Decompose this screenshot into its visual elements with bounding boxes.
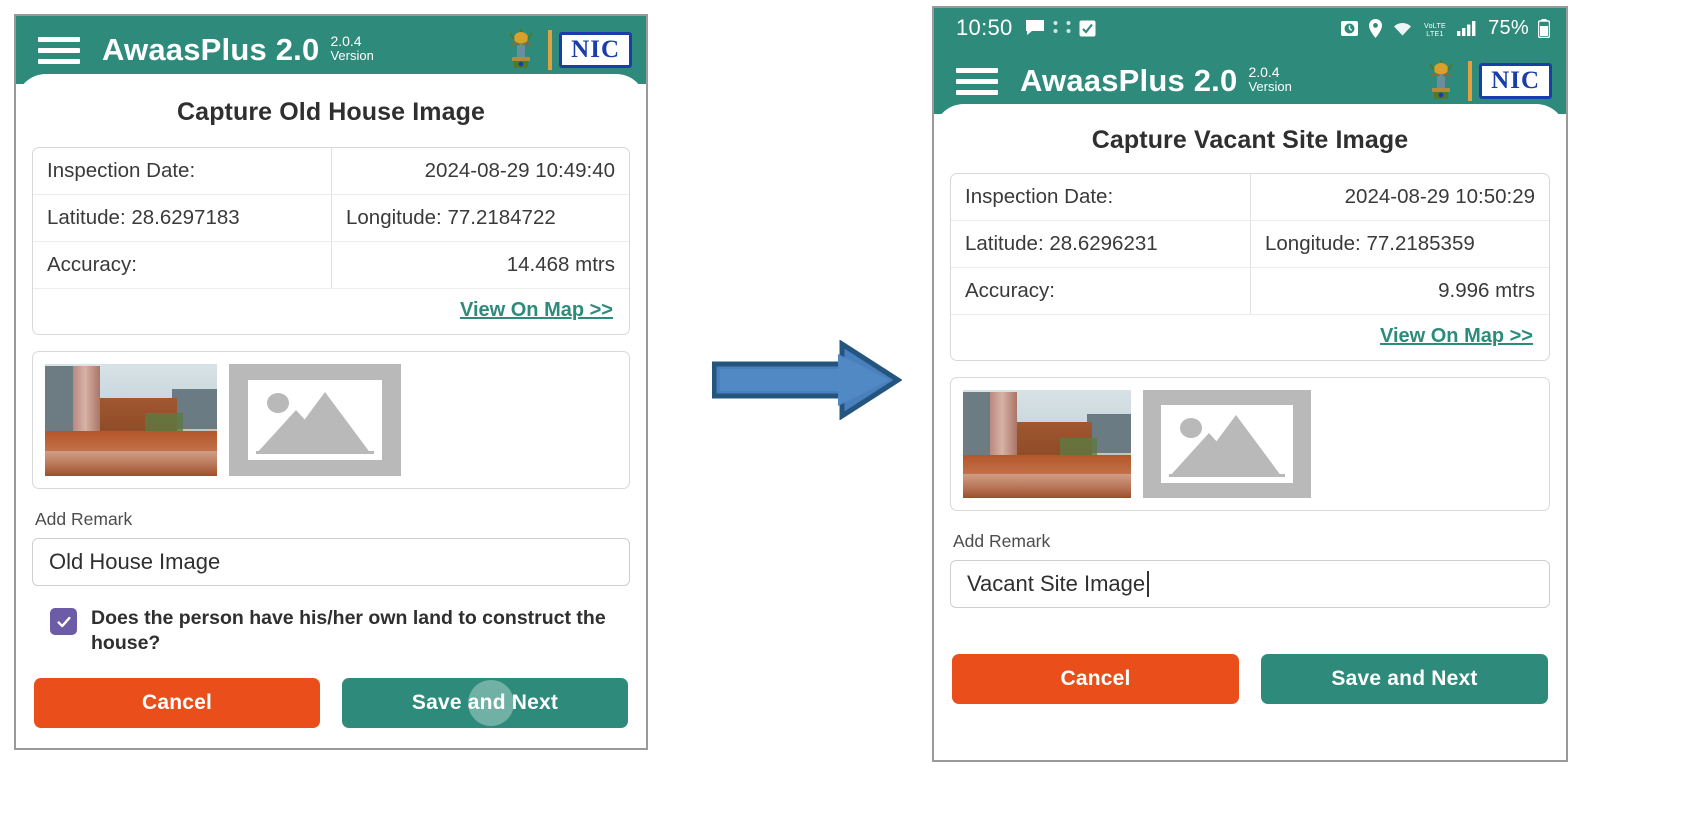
emblem-divider bbox=[548, 30, 553, 70]
longitude-value: Longitude: 77.2185359 bbox=[1250, 221, 1549, 267]
touch-ripple bbox=[467, 679, 514, 726]
india-emblem-icon bbox=[501, 28, 541, 71]
inspection-date-value: 2024-08-29 10:50:29 bbox=[1250, 174, 1549, 220]
location-icon bbox=[1368, 18, 1383, 38]
own-land-checkbox-label: Does the person have his/her own land to… bbox=[91, 607, 606, 654]
remark-input[interactable]: Vacant Site Image bbox=[950, 560, 1550, 608]
own-land-checkbox[interactable] bbox=[50, 608, 77, 635]
view-on-map-row: View On Map >> bbox=[33, 289, 629, 330]
content-sheet: Capture Old House Image Inspection Date:… bbox=[16, 74, 646, 748]
inspection-info-card: Inspection Date: 2024-08-29 10:50:29 Lat… bbox=[950, 173, 1550, 361]
captured-photo-thumbnail[interactable] bbox=[963, 390, 1131, 498]
status-bar-clock: 10:50 bbox=[956, 15, 1013, 40]
view-on-map-link[interactable]: View On Map >> bbox=[1380, 325, 1533, 347]
remark-input[interactable]: Old House Image bbox=[32, 538, 630, 586]
left-phone-screen: AwaasPlus 2.0 2.0.4 Version NIC Capture … bbox=[14, 14, 648, 750]
remark-input-value: Vacant Site Image bbox=[967, 571, 1146, 596]
accuracy-value: 14.468 mtrs bbox=[331, 242, 629, 288]
info-row-accuracy: Accuracy: 14.468 mtrs bbox=[33, 242, 629, 289]
own-land-checkbox-row[interactable]: Does the person have his/her own land to… bbox=[32, 606, 630, 656]
photo-card bbox=[950, 377, 1550, 511]
view-on-map-link[interactable]: View On Map >> bbox=[460, 299, 613, 321]
version-number: 2.0.4 bbox=[330, 32, 362, 49]
content-sheet: Capture Vacant Site Image Inspection Dat… bbox=[934, 104, 1566, 760]
action-buttons: Cancel Save and Next bbox=[32, 677, 630, 728]
battery-icon bbox=[1538, 18, 1550, 38]
app-version: 2.0.4 Version bbox=[1248, 65, 1291, 97]
app-title: AwaasPlus 2.0 bbox=[102, 32, 320, 67]
remark-label: Add Remark bbox=[35, 509, 133, 529]
hamburger-menu-icon[interactable] bbox=[956, 67, 998, 95]
check-icon bbox=[56, 616, 71, 627]
remark-label: Add Remark bbox=[953, 531, 1051, 551]
latitude-value: Latitude: 28.6297183 bbox=[47, 206, 240, 229]
accuracy-value: 9.996 mtrs bbox=[1250, 268, 1549, 314]
dots-icon bbox=[1066, 19, 1071, 37]
save-and-next-button[interactable]: Save and Next bbox=[1261, 654, 1548, 704]
longitude-value: Longitude: 77.2184722 bbox=[331, 195, 629, 241]
version-label: Version bbox=[330, 47, 374, 63]
app-version: 2.0.4 Version bbox=[330, 34, 373, 66]
latitude-value: Latitude: 28.6296231 bbox=[965, 232, 1158, 255]
inspection-date-label: Inspection Date: bbox=[47, 159, 196, 182]
transition-arrow-icon bbox=[712, 340, 902, 420]
version-number: 2.0.4 bbox=[1248, 63, 1280, 80]
inspection-date-value: 2024-08-29 10:49:40 bbox=[331, 148, 629, 194]
save-and-next-button[interactable]: Save and Next bbox=[342, 677, 628, 728]
page-title: Capture Old House Image bbox=[177, 98, 485, 126]
svg-text:LTE1: LTE1 bbox=[1426, 31, 1443, 38]
app-bar-logos: NIC bbox=[501, 28, 632, 71]
status-bar: 10:50 VoLTE LTE1 75% bbox=[934, 8, 1566, 48]
info-row-coords: Latitude: 28.6297183 Longitude: 77.21847… bbox=[33, 195, 629, 242]
inspection-date-label: Inspection Date: bbox=[965, 185, 1114, 208]
emblem-divider bbox=[1468, 61, 1473, 101]
info-row-date: Inspection Date: 2024-08-29 10:50:29 bbox=[951, 174, 1549, 221]
status-bar-system-icons: VoLTE LTE1 75% bbox=[1340, 17, 1550, 40]
wifi-icon bbox=[1392, 20, 1413, 36]
status-bar-notification-icons bbox=[1025, 19, 1096, 37]
info-row-date: Inspection Date: 2024-08-29 10:49:40 bbox=[33, 148, 629, 195]
view-on-map-row: View On Map >> bbox=[951, 315, 1549, 356]
image-placeholder-icon[interactable] bbox=[229, 364, 401, 476]
cancel-button[interactable]: Cancel bbox=[952, 654, 1239, 704]
cancel-button[interactable]: Cancel bbox=[34, 677, 320, 728]
alarm-icon bbox=[1340, 19, 1359, 38]
page-title: Capture Vacant Site Image bbox=[1091, 126, 1409, 154]
captured-photo-thumbnail[interactable] bbox=[45, 364, 217, 476]
screenshot-canvas: AwaasPlus 2.0 2.0.4 Version NIC Capture … bbox=[0, 0, 1700, 820]
nic-logo-text: NIC bbox=[571, 36, 620, 63]
info-row-coords: Latitude: 28.6296231 Longitude: 77.21853… bbox=[951, 221, 1549, 268]
inspection-info-card: Inspection Date: 2024-08-29 10:49:40 Lat… bbox=[32, 147, 630, 335]
action-buttons: Cancel Save and Next bbox=[950, 654, 1550, 704]
text-cursor bbox=[1147, 571, 1150, 597]
checkbox-icon bbox=[1079, 20, 1096, 37]
app-bar-logos: NIC bbox=[1421, 59, 1552, 102]
message-icon bbox=[1025, 19, 1045, 37]
hamburger-menu-icon[interactable] bbox=[38, 36, 80, 64]
battery-percentage: 75% bbox=[1488, 16, 1529, 39]
signal-icon bbox=[1457, 20, 1476, 36]
info-row-accuracy: Accuracy: 9.996 mtrs bbox=[951, 268, 1549, 315]
image-placeholder-icon[interactable] bbox=[1143, 390, 1311, 498]
india-emblem-icon bbox=[1421, 59, 1461, 102]
nic-logo: NIC bbox=[1479, 63, 1552, 99]
accuracy-label: Accuracy: bbox=[965, 279, 1055, 302]
photo-card bbox=[32, 351, 630, 489]
nic-logo-text: NIC bbox=[1491, 67, 1540, 94]
nic-logo: NIC bbox=[559, 32, 632, 68]
app-title: AwaasPlus 2.0 bbox=[1020, 63, 1238, 98]
remark-input-value: Old House Image bbox=[49, 549, 221, 574]
accuracy-label: Accuracy: bbox=[47, 253, 137, 276]
svg-text:VoLTE: VoLTE bbox=[1424, 23, 1446, 30]
dots-icon bbox=[1053, 19, 1058, 37]
volte-icon: VoLTE LTE1 bbox=[1422, 19, 1448, 38]
right-phone-screen: 10:50 VoLTE LTE1 75% AwaasPlus 2.0 2.0.4… bbox=[932, 6, 1568, 762]
version-label: Version bbox=[1248, 78, 1292, 94]
